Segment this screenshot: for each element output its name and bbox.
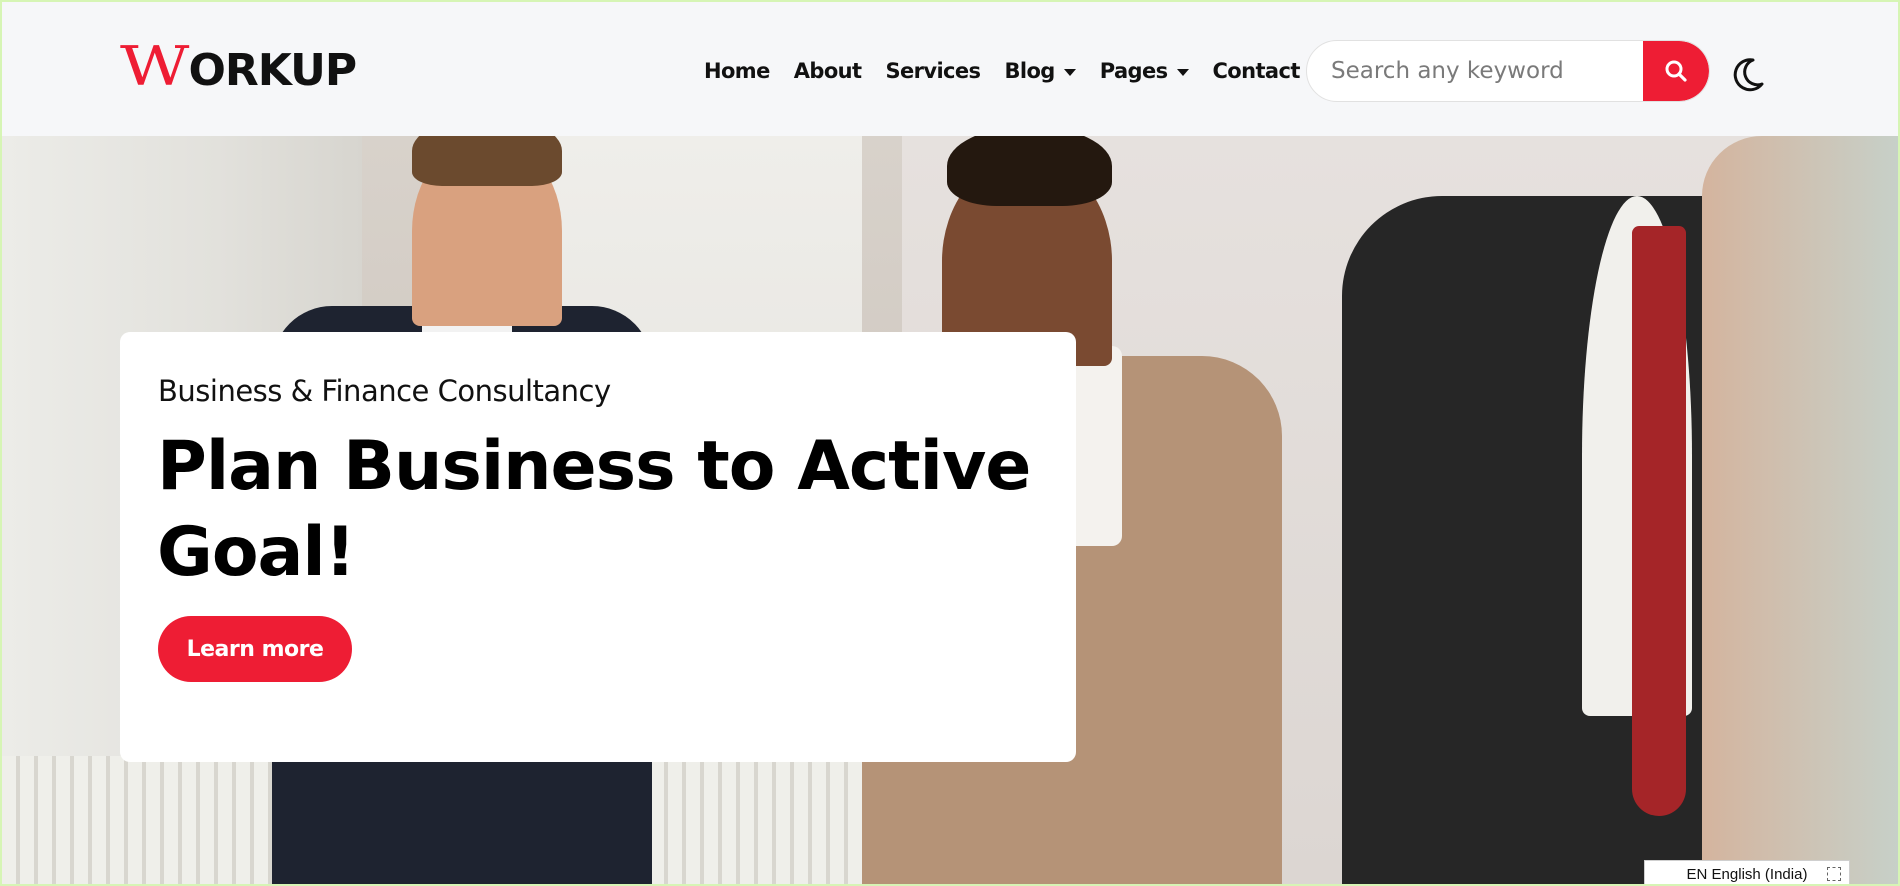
logo-initial: W: [120, 35, 190, 98]
hero-section: Business & Finance Consultancy Plan Busi…: [2, 136, 1898, 884]
moon-icon: [1733, 58, 1764, 92]
nav-about[interactable]: About: [794, 59, 862, 83]
language-indicator[interactable]: EN English (India): [1644, 860, 1850, 884]
search-input[interactable]: [1307, 41, 1643, 101]
logo[interactable]: W ORKUP: [120, 35, 358, 100]
search-icon: [1665, 60, 1687, 82]
search-button[interactable]: [1643, 41, 1709, 101]
search-bar: [1306, 40, 1710, 102]
nav-pages[interactable]: Pages: [1100, 59, 1189, 83]
theme-toggle-button[interactable]: [1728, 54, 1768, 94]
hero-card: Business & Finance Consultancy Plan Busi…: [120, 332, 1076, 762]
nav-contact[interactable]: Contact: [1212, 59, 1301, 83]
hero-subtitle: Business & Finance Consultancy: [158, 374, 611, 408]
nav-contact-label: Contact: [1212, 59, 1301, 83]
language-label: EN English (India): [1686, 865, 1808, 883]
caret-down-icon: [1063, 69, 1076, 76]
nav-pages-label: Pages: [1099, 59, 1168, 83]
nav-blog[interactable]: Blog: [1004, 59, 1076, 83]
page: W ORKUP Home About Services Blog Pages C: [0, 0, 1900, 886]
nav-about-label: About: [793, 59, 862, 83]
logo-text: ORKUP: [188, 45, 358, 96]
nav-home-label: Home: [704, 59, 770, 83]
caret-down-icon: [1176, 69, 1189, 76]
site-header: W ORKUP Home About Services Blog Pages C: [2, 2, 1898, 136]
input-method-icon: [1827, 867, 1841, 881]
learn-more-button[interactable]: Learn more: [158, 616, 352, 682]
nav-services[interactable]: Services: [885, 59, 981, 83]
nav-services-label: Services: [885, 59, 981, 83]
hero-title: Plan Business to Active Goal!: [157, 427, 1031, 592]
nav-home[interactable]: Home: [704, 59, 770, 83]
main-nav: Home About Services Blog Pages Contact: [704, 54, 1324, 88]
nav-blog-label: Blog: [1004, 59, 1055, 83]
